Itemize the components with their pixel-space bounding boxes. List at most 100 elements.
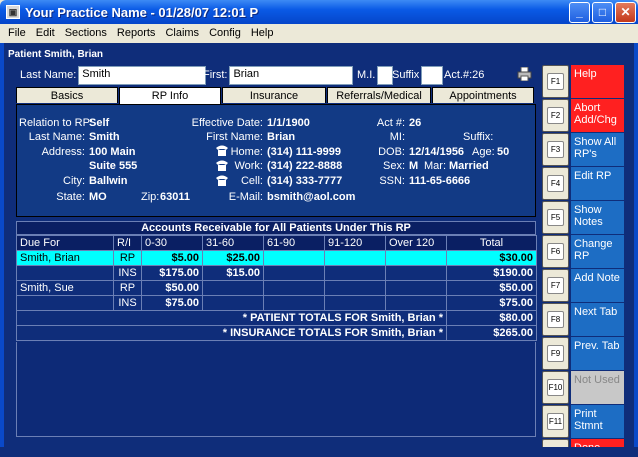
col-0-30: 0-30: [141, 235, 203, 251]
f1-label: Help: [571, 65, 624, 98]
status-bar: [0, 447, 638, 457]
cell-91-120: [324, 280, 386, 296]
f6-key-icon: F6: [542, 235, 569, 268]
home-label: Home:: [230, 146, 263, 158]
cell-due-for: Smith, Brian: [16, 250, 114, 266]
tab-insurance[interactable]: Insurance: [222, 87, 326, 103]
cell-ri: INS: [113, 265, 142, 281]
f9-prev-tab-button[interactable]: F9 Prev. Tab: [542, 337, 624, 370]
cell-ri: RP: [113, 280, 142, 296]
cell-91-120: [324, 250, 386, 266]
tab-basics[interactable]: Basics: [16, 87, 118, 103]
effective-date-label: Effective Date:: [191, 117, 263, 129]
col-61-90: 61-90: [263, 235, 325, 251]
menu-claims[interactable]: Claims: [160, 27, 204, 39]
insurance-totals-row: * INSURANCE TOTALS FOR Smith, Brian * $2…: [16, 325, 537, 341]
cell-31-60: [202, 295, 264, 311]
tab-appointments[interactable]: Appointments: [432, 87, 534, 103]
f8-next-tab-button[interactable]: F8 Next Tab: [542, 303, 624, 336]
f1-help-button[interactable]: F1 Help: [542, 65, 624, 98]
rp-mi-label: MI:: [389, 131, 405, 143]
last-name-label: Last Name:: [20, 69, 77, 81]
col-ri: R/I: [113, 235, 142, 251]
col-91-120: 91-120: [324, 235, 386, 251]
table-row[interactable]: INS $175.00 $15.00 $190.00: [16, 265, 537, 281]
home-phone-icon: [216, 145, 228, 156]
address-label: Address:: [41, 146, 85, 158]
relation-value: Self: [89, 117, 110, 129]
menu-config[interactable]: Config: [204, 27, 246, 39]
first-name-row: First: Brian: [203, 65, 354, 85]
table-row[interactable]: INS $75.00 $75.00: [16, 295, 537, 311]
f7-label: Add Note: [571, 269, 624, 302]
menu-help[interactable]: Help: [246, 27, 279, 39]
home-phone: (314) 111-9999: [267, 146, 342, 158]
cell-phone: (314) 333-7777: [267, 175, 343, 187]
f1-key-icon: F1: [542, 65, 569, 98]
tab-referrals-medical[interactable]: Referrals/Medical: [327, 87, 431, 103]
menu-sections[interactable]: Sections: [60, 27, 112, 39]
menu-reports[interactable]: Reports: [112, 27, 161, 39]
f3-show-all-rps-button[interactable]: F3 Show All RP's: [542, 133, 624, 166]
printer-icon[interactable]: [517, 67, 532, 81]
f4-key-icon: F4: [542, 167, 569, 200]
cell-phone-icon: [216, 175, 228, 186]
dob-label: DOB:: [378, 146, 405, 158]
menu-edit[interactable]: Edit: [31, 27, 60, 39]
f5-show-notes-button[interactable]: F5 Show Notes: [542, 201, 624, 234]
app-icon[interactable]: ▣: [6, 5, 20, 19]
f4-edit-rp-button[interactable]: F4 Edit RP: [542, 167, 624, 200]
mi-label: M.I.: [357, 69, 376, 81]
cell-0-30: $50.00: [141, 280, 203, 296]
table-row[interactable]: Smith, Brian RP $5.00 $25.00 $30.00: [16, 250, 537, 266]
f11-print-statement-button[interactable]: F11 Print Stmnt: [542, 405, 624, 438]
cell-61-90: [263, 295, 325, 311]
col-total: Total: [446, 235, 537, 251]
f2-abort-button[interactable]: F2 Abort Add/Chg: [542, 99, 624, 132]
maximize-button[interactable]: □: [592, 1, 613, 23]
f4-label: Edit RP: [571, 167, 624, 200]
f7-key-icon: F7: [542, 269, 569, 302]
patient-totals-value: $80.00: [446, 310, 537, 326]
suffix-input[interactable]: [421, 65, 444, 85]
rp-first-name-label: First Name:: [206, 131, 263, 143]
f6-change-rp-button[interactable]: F6 Change RP: [542, 235, 624, 268]
col-31-60: 31-60: [202, 235, 264, 251]
cell-91-120: [324, 265, 386, 281]
tab-rp-info[interactable]: RP Info: [119, 87, 221, 104]
cell-0-30: $5.00: [141, 250, 203, 266]
f3-label: Show All RP's: [571, 133, 624, 166]
close-button[interactable]: ✕: [615, 1, 636, 23]
ar-empty-area: [16, 342, 536, 437]
relation-label: Relation to RP:: [19, 117, 93, 129]
mi-input[interactable]: [377, 65, 394, 85]
f10-not-used-button: F10 Not Used: [542, 371, 624, 404]
acct-row: Act.#:26: [444, 65, 484, 85]
cell-over-120: [385, 250, 447, 266]
ssn-value: 111-65-6666: [409, 175, 471, 187]
cell-0-30: $75.00: [141, 295, 203, 311]
col-over-120: Over 120: [385, 235, 447, 251]
f9-label: Prev. Tab: [571, 337, 624, 370]
address-line1: 100 Main: [89, 146, 136, 158]
table-row[interactable]: Smith, Sue RP $50.00 $50.00: [16, 280, 537, 296]
f2-key-icon: F2: [542, 99, 569, 132]
work-phone-icon: [216, 160, 228, 171]
insurance-totals-label: * INSURANCE TOTALS FOR Smith, Brian *: [16, 325, 447, 341]
cell-due-for: [16, 295, 114, 311]
cell-due-for: Smith, Sue: [16, 280, 114, 296]
minimize-button[interactable]: _: [569, 1, 590, 23]
first-name-input[interactable]: Brian: [229, 65, 354, 85]
rp-last-name-label: Last Name:: [28, 131, 85, 143]
work-phone: (314) 222-8888: [267, 160, 343, 172]
f9-key-icon: F9: [542, 337, 569, 370]
email-label: E-Mail:: [228, 191, 263, 203]
f11-label: Print Stmnt: [571, 405, 624, 438]
f10-key-icon: F10: [542, 371, 569, 404]
suffix-row: Suffix: [392, 65, 444, 85]
menu-file[interactable]: File: [3, 27, 31, 39]
last-name-input[interactable]: Smith: [78, 65, 207, 85]
f7-add-note-button[interactable]: F7 Add Note: [542, 269, 624, 302]
age-value: 50: [497, 146, 510, 158]
cell-total: $30.00: [446, 250, 537, 266]
